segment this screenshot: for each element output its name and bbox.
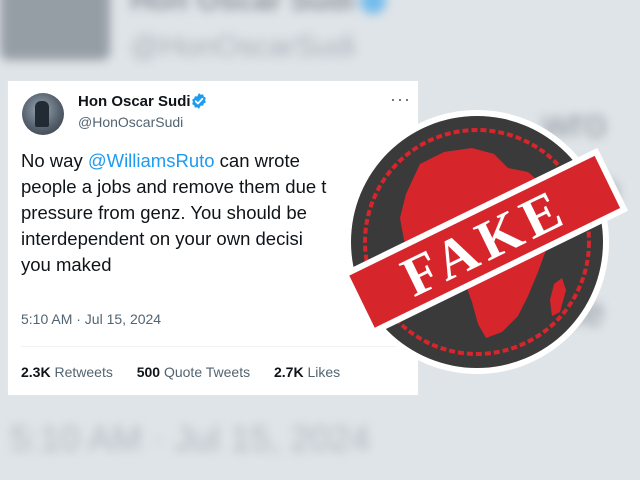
text-fragment: No way bbox=[21, 150, 88, 171]
quote-tweets-label: Quote Tweets bbox=[163, 364, 251, 380]
tweet-timestamp[interactable]: 5:10 AM · Jul 15, 2024 bbox=[21, 311, 161, 327]
author-handle[interactable]: @HonOscarSudi bbox=[78, 114, 183, 130]
blurred-timestamp: 5:10 AM · Jul 15, 2024 bbox=[10, 418, 371, 459]
quote-tweets-stat[interactable]: 500 Quote Tweets bbox=[137, 364, 250, 380]
blurred-name: Hon Oscar Sudi bbox=[130, 0, 356, 17]
verified-badge-icon bbox=[192, 93, 206, 109]
quote-tweets-count: 500 bbox=[136, 364, 161, 380]
tweet-stats: 2.3K Retweets 500 Quote Tweets 2.7K Like… bbox=[21, 364, 360, 380]
retweets-label: Retweets bbox=[54, 364, 113, 380]
author-name[interactable]: Hon Oscar Sudi bbox=[78, 93, 191, 110]
blurred-handle: @HonOscarSudi bbox=[130, 30, 356, 63]
avatar[interactable] bbox=[22, 93, 64, 135]
text-fragment: can wrote bbox=[214, 150, 300, 171]
retweets-count: 2.3K bbox=[21, 364, 51, 380]
blurred-avatar bbox=[0, 0, 110, 60]
fake-stamp: FAKE bbox=[341, 110, 629, 374]
likes-stat[interactable]: 2.7K Likes bbox=[274, 364, 340, 380]
likes-count: 2.7K bbox=[274, 364, 304, 380]
retweets-stat[interactable]: 2.3K Retweets bbox=[21, 364, 113, 380]
mention-link[interactable]: @WilliamsRuto bbox=[88, 150, 215, 171]
blurred-verified-icon bbox=[360, 0, 386, 14]
